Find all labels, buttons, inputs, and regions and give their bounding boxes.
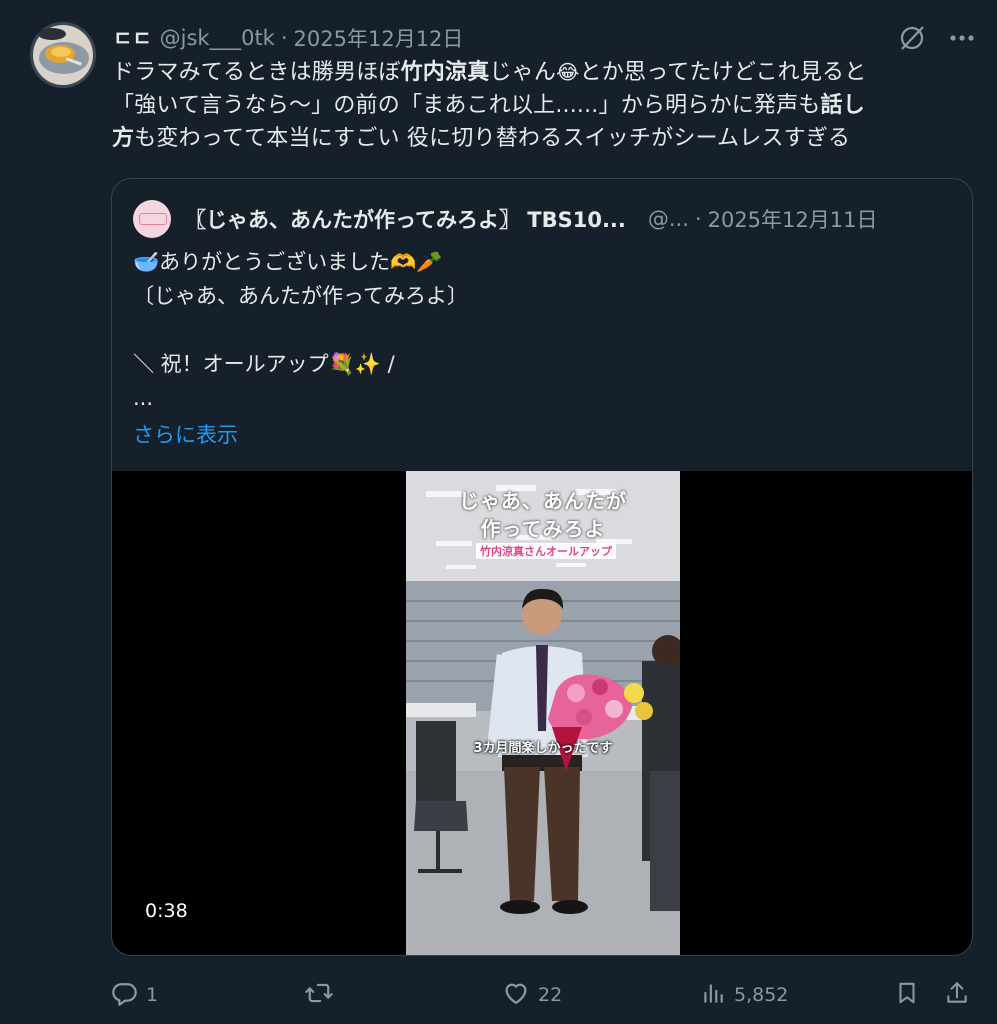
author-handle[interactable]: @jsk___0tk (160, 26, 275, 50)
action-bar: 1 22 5,852 (110, 974, 980, 1016)
share-button[interactable] (944, 974, 970, 1016)
bookmark-button[interactable] (894, 974, 920, 1016)
quote-line: ＼ 祝！オールアップ💐✨ / (133, 352, 395, 376)
tweet-text-bold: 話し (820, 93, 865, 118)
author-avatar[interactable] (30, 22, 96, 88)
quote-separator: · (694, 207, 702, 231)
video-caption: 3カ月間楽しかったです (473, 741, 613, 756)
tweet-text: ドラマみてるときは勝男ほぼ竹内涼真じゃん😂とか思ってたけどこれ見ると 「強いて言… (112, 56, 972, 155)
quote-line: 🥣ありがとうございました🫶🥕 (133, 250, 443, 274)
quote-date[interactable]: 2025年12月11日 (708, 204, 878, 234)
views-button[interactable]: 5,852 (700, 974, 788, 1016)
video-title-line1: じゃあ、あんたが (459, 489, 627, 513)
tweet-text-bold: 竹内涼真 (400, 60, 490, 85)
tweet-header: ㄷㄷ @jsk___0tk · 2025年12月12日 (113, 21, 877, 55)
tweet-text-part: じゃん (489, 60, 557, 85)
video-frame[interactable]: じゃあ、あんたが 作ってみろよ 竹内涼真さんオールアップ 3カ月間楽しかったです (406, 471, 680, 955)
quote-line: 〔じゃあ、あんたが作ってみろよ〕 (133, 284, 468, 308)
views-icon (700, 979, 726, 1012)
bookmark-icon (894, 979, 920, 1012)
tweet-text-part: 「強いて言うなら〜」の前の「まあこれ以上......」から明らかに発声も (112, 93, 821, 118)
tweet-text-part: も変わってて本当にすごい 役に切り替わるスイッチがシームレスすぎる (134, 126, 851, 151)
tweet-text-part: ドラマみてるときは勝男ほぼ (112, 60, 401, 85)
quote-line (133, 313, 953, 347)
like-count: 22 (538, 984, 563, 1006)
quote-handle[interactable]: @... (648, 207, 689, 231)
repost-icon (304, 979, 334, 1012)
video-duration: 0:38 (145, 900, 188, 922)
reply-count: 1 (146, 984, 159, 1006)
video-player[interactable]: じゃあ、あんたが 作ってみろよ 竹内涼真さんオールアップ 3カ月間楽しかったです… (112, 471, 972, 955)
more-icon[interactable] (949, 34, 975, 42)
author-display-name[interactable]: ㄷㄷ (113, 23, 152, 53)
video-subtitle-tag: 竹内涼真さんオールアップ (476, 543, 616, 559)
header-separator: · (280, 26, 288, 50)
repost-button[interactable] (304, 974, 342, 1016)
video-title-line2: 作ってみろよ (480, 517, 606, 541)
reply-icon (110, 979, 138, 1012)
quote-line: ... (133, 386, 154, 410)
views-count: 5,852 (734, 984, 789, 1006)
quote-display-name[interactable]: 〖じゃあ、あんたが作ってみろよ〗 TBS10... (185, 204, 626, 234)
show-more-link[interactable]: さらに表示 (133, 418, 953, 452)
quote-body: 🥣ありがとうございました🫶🥕 〔じゃあ、あんたが作ってみろよ〕 ＼ 祝！オールア… (133, 245, 953, 452)
tweet-text-part: とか思ってたけどこれ見ると (579, 60, 867, 85)
quote-header: 〖じゃあ、あんたが作ってみろよ〗 TBS10... @... · 2025年12… (133, 199, 952, 239)
tears-of-joy-emoji: 😂 (556, 60, 580, 84)
quoted-tweet[interactable]: 〖じゃあ、あんたが作ってみろよ〗 TBS10... @... · 2025年12… (111, 178, 973, 956)
reply-button[interactable]: 1 (110, 974, 158, 1016)
tweet-text-bold: 方 (112, 126, 135, 151)
like-icon (502, 979, 530, 1012)
header-icons (897, 22, 975, 54)
quote-avatar[interactable] (133, 200, 171, 238)
like-button[interactable]: 22 (502, 974, 562, 1016)
grok-icon[interactable] (897, 23, 927, 53)
share-icon (944, 979, 970, 1012)
tweet-date[interactable]: 2025年12月12日 (294, 23, 464, 53)
